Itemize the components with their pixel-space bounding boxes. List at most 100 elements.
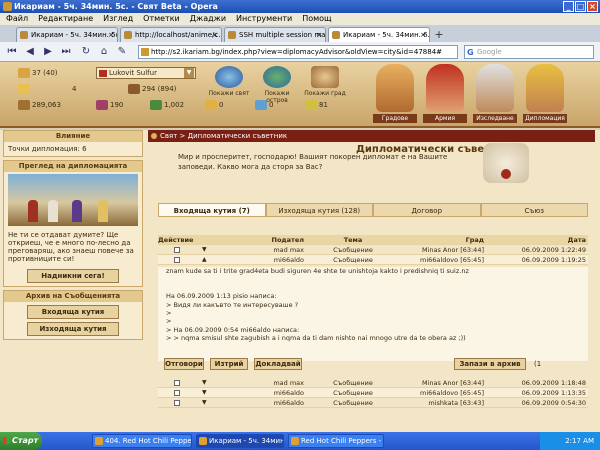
main-panel: Свят > Дипломатически съветник Дипломати… [148, 130, 595, 432]
row-city[interactable]: mi66aldovo [65:45] [398, 255, 488, 264]
row-sender[interactable]: mi66aldo [218, 388, 308, 397]
row-subject[interactable]: Съобщение [308, 245, 398, 254]
close-tab-icon[interactable]: × [420, 28, 426, 42]
select-checkbox[interactable] [174, 390, 180, 396]
advisor-research[interactable]: Изследване [470, 62, 520, 124]
overview-box: Преглед на дипломацията Не ти се отдават… [3, 160, 143, 287]
save-archive-button[interactable]: Запази в архив [454, 358, 526, 370]
advisor-diplomacy[interactable]: Дипломация [520, 62, 570, 124]
new-tab-button[interactable]: + [432, 28, 446, 42]
address-bar[interactable]: http://s2.ikariam.bg/index.php?view=dipl… [138, 45, 458, 59]
archive-inbox-button[interactable]: Входяща кутия [27, 305, 119, 319]
browser-tab[interactable]: Икариам - 5ч. 34мин. 5с. × [16, 27, 118, 42]
wand-icon[interactable]: ✎ [116, 46, 128, 58]
show-city-button[interactable]: Покажи град [302, 66, 348, 104]
figure-icon [98, 200, 108, 222]
fast-forward-icon[interactable]: ⏭ [60, 46, 72, 58]
tab-alliance[interactable]: Съюз [480, 203, 588, 217]
breadcrumb[interactable]: Свят > Дипломатически съветник [148, 130, 595, 142]
menu-file[interactable]: Файл [6, 13, 28, 25]
advisor-military[interactable]: Армия [420, 62, 470, 124]
message-line: На 06.09.2009 1:13 pisio написа: [166, 292, 277, 301]
search-input[interactable]: G Google [464, 45, 594, 59]
maximize-button[interactable]: □ [575, 1, 586, 12]
rewind-icon[interactable]: ⏮ [6, 46, 18, 58]
expand-arrow-icon[interactable]: ▼ [202, 245, 207, 255]
row-city[interactable]: Minas Anor [63:44] [398, 245, 488, 254]
table-row[interactable]: ▼ mad max Съобщение Minas Anor [63:44] 0… [158, 245, 588, 255]
show-island-button[interactable]: Покажи остров [254, 66, 300, 104]
row-subject[interactable]: Съобщение [308, 378, 398, 387]
row-sender[interactable]: mi66aldo [218, 255, 308, 264]
browser-tab-active[interactable]: Икариам - 5ч. 34мин. 6... × [328, 27, 430, 42]
city-icon [311, 66, 339, 88]
look-now-button[interactable]: Надникни сега! [27, 269, 119, 283]
row-city[interactable]: mishkata [63:43] [398, 398, 488, 407]
menu-view[interactable]: Изглед [103, 13, 133, 25]
show-world-button[interactable]: Покажи свят [206, 66, 252, 104]
expand-arrow-icon[interactable]: ▼ [202, 388, 207, 398]
city-select[interactable]: Lukovit Sulfur ▼ [96, 67, 196, 79]
reply-button[interactable]: Отговори [164, 358, 204, 370]
select-checkbox[interactable] [174, 247, 180, 253]
advisor-cities[interactable]: Градове [370, 62, 420, 124]
close-button[interactable]: × [587, 1, 598, 12]
close-tab-icon[interactable]: × [316, 28, 322, 42]
table-row[interactable]: ▼ mi66aldo Съобщение mi66aldovo [65:45] … [158, 388, 588, 398]
row-actions: ▼ [158, 398, 218, 407]
navigation-toolbar: ⏮ ◀ ▶ ⏭ ↻ ⌂ ✎ http://s2.ikariam.bg/index… [0, 42, 600, 62]
pager-indicator[interactable]: (1 [534, 358, 541, 370]
row-subject[interactable]: Съобщение [308, 255, 398, 264]
menu-bookmarks[interactable]: Отметки [143, 13, 180, 25]
row-actions: ▼ [158, 378, 218, 387]
row-subject[interactable]: Съобщение [308, 398, 398, 407]
browser-tab[interactable]: http://localhost/anime/c... × [120, 27, 222, 42]
tab-outbox[interactable]: Изходяща кутия (128) [265, 203, 373, 217]
site-icon [141, 48, 149, 56]
home-icon[interactable]: ⌂ [98, 46, 110, 58]
taskbar-item[interactable]: 404. Red Hot Chili Peppers... [92, 434, 192, 448]
wood-icon [18, 100, 30, 110]
reload-icon[interactable]: ↻ [80, 46, 92, 58]
close-tab-icon[interactable]: × [212, 28, 218, 42]
menu-help[interactable]: Помощ [302, 13, 331, 25]
advisor-diplomacy-label: Дипломация [523, 114, 567, 123]
back-icon[interactable]: ◀ [24, 46, 36, 58]
collapse-arrow-icon[interactable]: ▲ [202, 255, 207, 265]
menu-tools[interactable]: Инструменти [236, 13, 292, 25]
taskbar-item-active[interactable]: Икариам - 5ч. 34мин. ... [196, 434, 284, 448]
table-row[interactable]: ▲ mi66aldo Съобщение mi66aldovo [65:45] … [158, 255, 588, 265]
row-sender[interactable]: mi66aldo [218, 398, 308, 407]
table-row[interactable]: ▼ mi66aldo Съобщение mishkata [63:43] 06… [158, 398, 588, 408]
tab-inbox[interactable]: Входяща кутия (7) [158, 203, 266, 217]
browser-tab[interactable]: SSH multiple session mana...× [224, 27, 326, 42]
select-checkbox[interactable] [174, 380, 180, 386]
select-checkbox[interactable] [174, 257, 180, 263]
archive-outbox-button[interactable]: Изходяща кутия [27, 322, 119, 336]
expand-arrow-icon[interactable]: ▼ [202, 378, 207, 388]
row-subject[interactable]: Съобщение [308, 388, 398, 397]
show-world-label: Покажи свят [208, 90, 250, 97]
table-row[interactable]: ▼ mad max Съобщение Minas Anor [63:44] 0… [158, 378, 588, 388]
actions-resource: 4 [18, 84, 76, 94]
row-sender[interactable]: mad max [218, 245, 308, 254]
delete-button[interactable]: Изтрий [210, 358, 248, 370]
taskbar-item[interactable]: Red Hot Chili Peppers - ... [288, 434, 384, 448]
select-checkbox[interactable] [174, 400, 180, 406]
menu-widgets[interactable]: Джаджи [190, 13, 226, 25]
tab-treaty[interactable]: Договор [373, 203, 481, 217]
menu-edit[interactable]: Редактиране [38, 13, 93, 25]
expand-arrow-icon[interactable]: ▼ [202, 398, 207, 408]
inbox-table: Действие Подател Тема Град Дата ▼ mad ma… [158, 235, 588, 265]
marble-value: 1,002 [164, 101, 185, 109]
row-sender[interactable]: mad max [218, 378, 308, 387]
close-tab-icon[interactable]: × [108, 28, 114, 42]
forward-icon[interactable]: ▶ [42, 46, 54, 58]
citizens-value: 37 (40) [32, 69, 58, 77]
start-button[interactable]: Старт [0, 432, 42, 450]
diplomacy-points: Точки дипломация: 6 [8, 145, 87, 153]
row-city[interactable]: Minas Anor [63:44] [398, 378, 488, 387]
minimize-button[interactable]: _ [563, 1, 574, 12]
row-city[interactable]: mi66aldovo [65:45] [398, 388, 488, 397]
report-button[interactable]: Докладвай [254, 358, 302, 370]
